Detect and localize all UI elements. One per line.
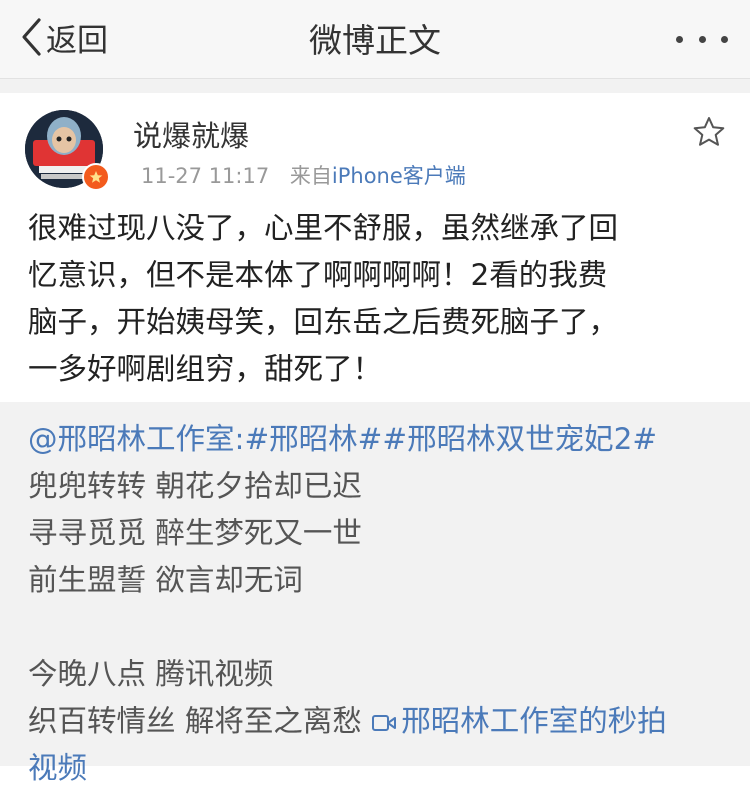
repost-text: @邢昭林工作室:#邢昭林##邢昭林双世宠妃2# 兜兜转转 朝花夕拾却已迟 寻寻觅… xyxy=(28,416,732,792)
repost-notice-line: 今晚八点 腾讯视频 xyxy=(28,657,274,691)
post-header: 说爆就爆 11-27 11:17 来自iPhone客户端 xyxy=(0,93,750,203)
post-text-line: 一多好啊剧组穷，甜死了！ xyxy=(28,352,383,386)
repost-poem-line: 兜兜转转 朝花夕拾却已迟 xyxy=(28,469,362,503)
more-dots-icon xyxy=(676,35,683,43)
video-link[interactable]: 邢昭林工作室的秒拍 xyxy=(371,704,667,738)
author-name[interactable]: 说爆就爆 xyxy=(133,113,249,155)
verified-badge-icon xyxy=(82,163,110,191)
star-outline-icon xyxy=(693,117,725,146)
section-divider xyxy=(0,79,750,93)
post-body: 很难过现八没了，心里不舒服，虽然继承了回 忆意识，但不是本体了啊啊啊啊！2看的我… xyxy=(28,205,728,393)
repost-poem-line: 前生盟誓 欲言却无词 xyxy=(28,563,303,597)
page-title: 微博正文 xyxy=(309,21,441,60)
repost-card[interactable]: @邢昭林工作室:#邢昭林##邢昭林双世宠妃2# 兜兜转转 朝花夕拾却已迟 寻寻觅… xyxy=(0,402,750,785)
nav-bar: 返回 微博正文 xyxy=(0,0,750,79)
repost-last-line: 织百转情丝 解将至之离愁 邢昭林工作室的秒拍 xyxy=(28,698,732,745)
post-text-line: 脑子，开始姨母笑，回东岳之后费死脑子了， xyxy=(28,305,619,339)
source-client[interactable]: iPhone客户端 xyxy=(332,164,466,188)
video-link-label: 邢昭林工作室的秒拍 xyxy=(401,704,667,738)
source-prefix: 来自 xyxy=(289,164,332,188)
post-meta: 11-27 11:17 来自iPhone客户端 xyxy=(133,160,466,190)
video-link-continued[interactable]: 视频 xyxy=(28,745,732,792)
repost-header-line: @邢昭林工作室:#邢昭林##邢昭林双世宠妃2# xyxy=(28,416,732,463)
topic-link[interactable]: #邢昭林双世宠妃2# xyxy=(382,422,657,456)
repost-last-text: 织百转情丝 解将至之离愁 xyxy=(28,704,372,738)
more-dots-icon xyxy=(721,35,728,43)
more-button[interactable] xyxy=(676,24,728,54)
topic-link[interactable]: #邢昭林# xyxy=(244,422,382,456)
repost-poem-line: 寻寻觅觅 醉生梦死又一世 xyxy=(28,516,362,550)
mention-link[interactable]: @邢昭林工作室 xyxy=(28,422,235,456)
post-time: 11-27 11:17 xyxy=(141,164,270,188)
post-text-line: 很难过现八没了，心里不舒服，虽然继承了回 xyxy=(28,211,619,245)
post-text-line: 忆意识，但不是本体了啊啊啊啊！2看的我费 xyxy=(28,258,608,292)
favorite-button[interactable] xyxy=(692,115,726,153)
more-dots-icon xyxy=(698,35,706,43)
mention-colon: : xyxy=(234,422,245,456)
video-camera-icon xyxy=(372,715,397,731)
